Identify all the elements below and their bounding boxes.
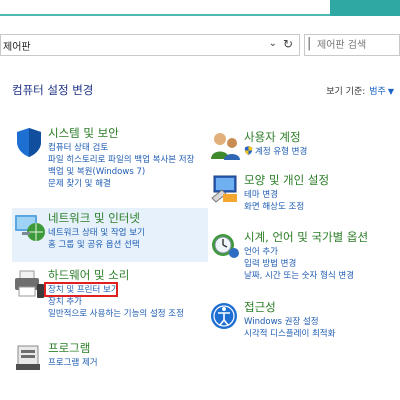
user-accounts-icon[interactable] xyxy=(208,129,242,163)
refresh-icon[interactable]: ↻ xyxy=(283,37,293,51)
category-title[interactable]: 프로그램 xyxy=(48,340,90,356)
programs-icon[interactable] xyxy=(12,340,46,374)
highlight-box xyxy=(44,282,118,297)
chevron-down-icon[interactable]: ⌄ xyxy=(269,38,277,49)
chevron-down-icon[interactable]: ▼ xyxy=(388,87,394,96)
link-network-status[interactable]: 네트워크 상태 및 작업 보기 xyxy=(48,227,145,239)
link-recommended-settings[interactable]: Windows 권장 설정 xyxy=(244,316,335,328)
link-date-time-format[interactable]: 날짜, 시간 또는 숫자 형식 변경 xyxy=(244,270,354,282)
link-common-settings[interactable]: 일반적으로 사용하는 기능의 설정 조정 xyxy=(48,308,184,320)
search-divider-icon: | xyxy=(307,36,312,51)
link-file-history[interactable]: 파일 히스토리로 파일의 백업 복사본 저장 xyxy=(48,154,194,166)
category-title[interactable]: 접근성 xyxy=(244,299,276,315)
category-title[interactable]: 모양 및 개인 설정 xyxy=(244,172,329,188)
accessibility-icon[interactable] xyxy=(208,299,242,333)
link-change-account-type[interactable]: 계정 유형 변경 xyxy=(244,146,307,158)
link-uninstall-program[interactable]: 프로그램 제거 xyxy=(48,357,98,369)
link-review-status[interactable]: 컴퓨터 상태 검토 xyxy=(48,142,194,154)
page-title: 컴퓨터 설정 변경 xyxy=(12,83,94,97)
teal-accent-block xyxy=(330,0,400,16)
address-bar[interactable]: 제어판 ⌄ ↻ xyxy=(0,34,300,56)
uac-shield-icon xyxy=(244,146,253,155)
category-title[interactable]: 시스템 및 보안 xyxy=(48,125,119,141)
view-by-dropdown[interactable]: 범주 xyxy=(369,87,386,97)
link-label: 계정 유형 변경 xyxy=(255,147,308,157)
link-input-method[interactable]: 입력 방법 변경 xyxy=(244,258,354,270)
link-optimize-display[interactable]: 시각적 디스플레이 최적화 xyxy=(244,328,335,340)
view-by-label: 보기 기준: xyxy=(326,87,366,97)
clock-icon[interactable] xyxy=(208,229,242,263)
search-input[interactable] xyxy=(317,37,397,53)
link-add-device[interactable]: 장치 추가 xyxy=(48,296,184,308)
breadcrumb[interactable]: 제어판 xyxy=(3,38,31,53)
search-box[interactable]: | xyxy=(304,34,400,56)
link-homegroup[interactable]: 홈 그룹 및 공유 옵션 선택 xyxy=(48,239,145,251)
printer-icon[interactable] xyxy=(12,267,46,301)
link-screen-resolution[interactable]: 화면 해상도 조정 xyxy=(244,201,304,213)
link-change-theme[interactable]: 테마 변경 xyxy=(244,189,304,201)
appearance-icon[interactable] xyxy=(208,172,242,206)
view-by: 보기 기준: 범주 ▼ xyxy=(326,84,394,97)
category-title[interactable]: 시계, 언어 및 국가별 옵션 xyxy=(244,229,368,245)
link-backup-restore[interactable]: 백업 및 복원(Windows 7) xyxy=(48,166,194,178)
category-title[interactable]: 네트워크 및 인터넷 xyxy=(48,210,140,226)
link-add-language[interactable]: 언어 추가 xyxy=(244,246,354,258)
shield-icon[interactable] xyxy=(12,125,46,159)
category-title[interactable]: 하드웨어 및 소리 xyxy=(48,267,129,283)
network-globe-icon[interactable] xyxy=(12,210,46,244)
link-troubleshoot[interactable]: 문제 찾기 및 해결 xyxy=(48,178,194,190)
category-title[interactable]: 사용자 계정 xyxy=(244,129,301,145)
